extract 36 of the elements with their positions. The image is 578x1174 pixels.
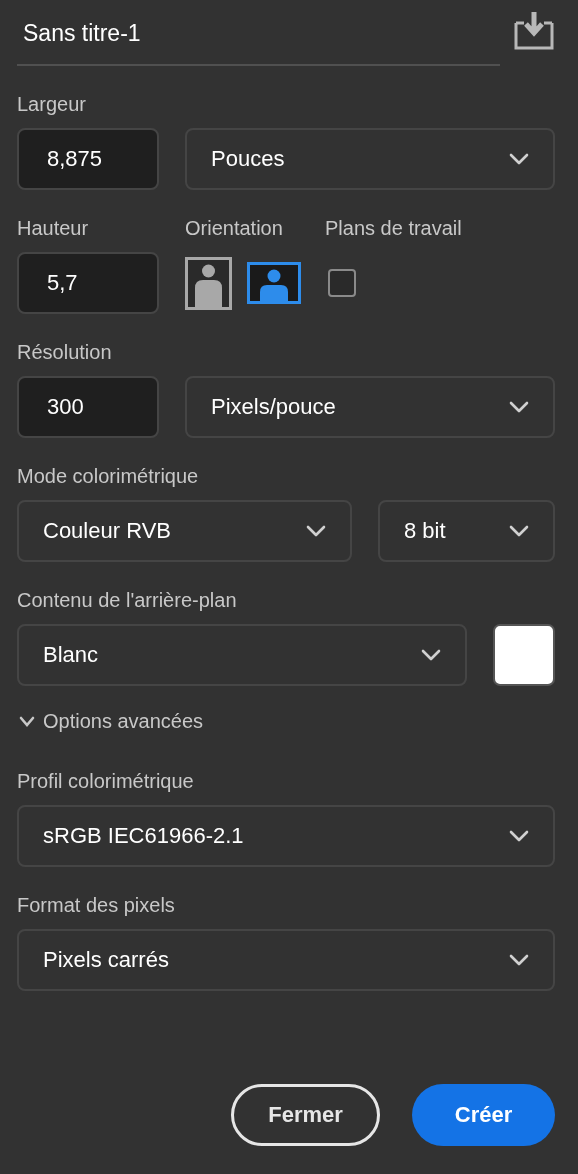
- dropdown[interactable]: Blanc: [17, 624, 467, 686]
- close-button[interactable]: Fermer: [231, 1084, 380, 1146]
- field-label: Hauteur: [17, 216, 90, 240]
- field-label: Plans de travail: [325, 216, 462, 240]
- advanced-options-toggle[interactable]: Options avancées: [17, 710, 204, 733]
- document-title[interactable]: Sans titre-1: [17, 14, 500, 48]
- number-field[interactable]: 5,7: [17, 252, 159, 314]
- create-button[interactable]: Créer: [412, 1084, 555, 1146]
- save-preset-icon[interactable]: [513, 11, 555, 51]
- chevron-down-icon: [509, 830, 529, 842]
- field-label: Résolution: [17, 340, 113, 364]
- number-field[interactable]: 8,875: [17, 128, 159, 190]
- field-label: Contenu de l'arrière-plan: [17, 588, 238, 612]
- chevron-down-icon: [19, 715, 35, 728]
- chevron-down-icon: [306, 525, 326, 537]
- dropdown[interactable]: Couleur RVB: [17, 500, 352, 562]
- landscape-orientation-icon[interactable]: [247, 262, 301, 304]
- field-label: Orientation: [185, 216, 284, 240]
- dropdown[interactable]: sRGB IEC61966-2.1: [17, 805, 555, 867]
- chevron-down-icon: [509, 954, 529, 966]
- chevron-down-icon: [509, 525, 529, 537]
- color-swatch[interactable]: [493, 624, 555, 686]
- dropdown[interactable]: 8 bit: [378, 500, 555, 562]
- dropdown[interactable]: Pixels/pouce: [185, 376, 555, 438]
- field-label: Largeur: [17, 92, 87, 116]
- chevron-down-icon: [509, 401, 529, 413]
- number-field[interactable]: 300: [17, 376, 159, 438]
- field-label: Profil colorimétrique: [17, 769, 195, 793]
- field-label: Format des pixels: [17, 893, 176, 917]
- dropdown[interactable]: Pouces: [185, 128, 555, 190]
- portrait-orientation-icon[interactable]: [185, 256, 232, 310]
- chevron-down-icon: [421, 649, 441, 661]
- field-label: Mode colorimétrique: [17, 464, 200, 488]
- artboards-checkbox[interactable]: [328, 269, 356, 297]
- chevron-down-icon: [509, 153, 529, 165]
- dropdown[interactable]: Pixels carrés: [17, 929, 555, 991]
